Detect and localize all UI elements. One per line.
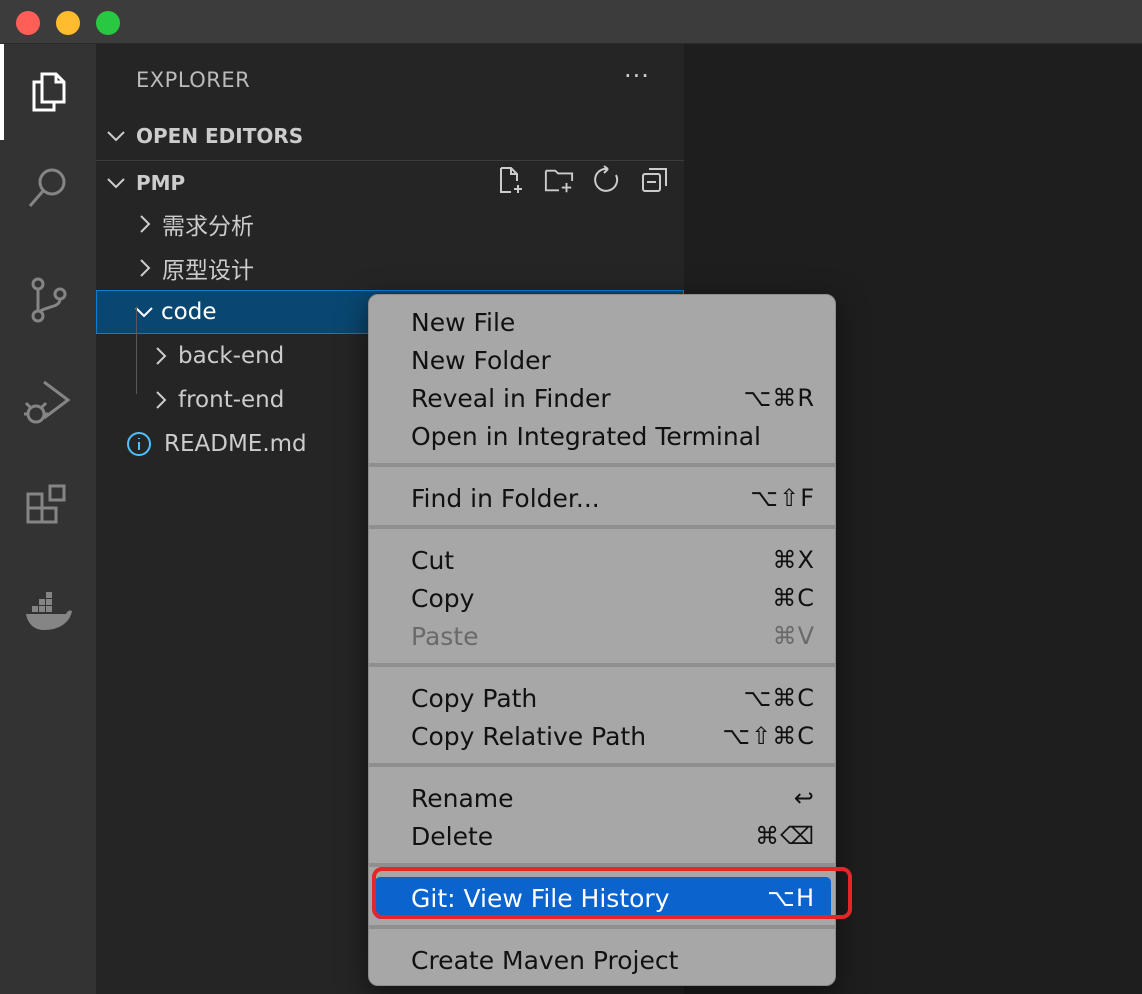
menu-item-delete[interactable]: Delete ⌘⌫ — [375, 817, 831, 855]
menu-item-label: Delete — [411, 821, 494, 851]
menu-separator — [369, 525, 835, 529]
tree-folder-requirements[interactable]: 需求分析 — [96, 202, 684, 246]
project-section[interactable]: PMP — [96, 160, 684, 204]
chevron-down-icon — [96, 129, 136, 143]
activity-bar — [0, 44, 96, 994]
chevron-right-icon — [148, 390, 174, 410]
menu-item-label: Create Maven Project — [411, 945, 679, 975]
open-editors-section[interactable]: OPEN EDITORS — [96, 114, 684, 158]
minimize-window-button[interactable] — [56, 11, 80, 35]
window-titlebar — [0, 0, 1142, 44]
open-editors-label: OPEN EDITORS — [136, 124, 304, 148]
chevron-down-icon — [131, 305, 157, 319]
refresh-icon[interactable] — [592, 165, 622, 195]
menu-item-shortcut: ⌘V — [772, 622, 815, 650]
menu-separator — [369, 763, 835, 767]
menu-item-label: Copy Relative Path — [411, 721, 647, 751]
docker-icon[interactable] — [0, 564, 96, 660]
menu-item-shortcut: ⌥⌘C — [743, 684, 815, 712]
tree-item-label: back-end — [178, 343, 285, 369]
menu-item-shortcut: ⌘X — [772, 546, 815, 574]
extensions-icon[interactable] — [0, 460, 96, 556]
menu-item-cut[interactable]: Cut ⌘X — [375, 541, 831, 579]
collapse-all-icon[interactable] — [640, 165, 670, 195]
menu-item-label: Copy — [411, 583, 475, 613]
menu-item-find-in-folder[interactable]: Find in Folder... ⌥⇧F — [375, 479, 831, 517]
menu-item-label: Cut — [411, 545, 455, 575]
menu-separator — [369, 925, 835, 929]
menu-separator — [369, 463, 835, 467]
menu-item-label: Copy Path — [411, 683, 538, 713]
menu-item-new-folder[interactable]: New Folder — [375, 341, 831, 379]
menu-item-label: New Folder — [411, 345, 551, 375]
chevron-down-icon — [96, 176, 136, 190]
sidebar-title: EXPLORER — [136, 68, 251, 92]
menu-item-label: New File — [411, 307, 516, 337]
menu-item-shortcut: ⌘C — [772, 584, 815, 612]
more-actions-button[interactable]: ··· — [624, 62, 650, 90]
menu-item-shortcut: ↩ — [793, 784, 815, 812]
maximize-window-button[interactable] — [96, 11, 120, 35]
menu-item-rename[interactable]: Rename ↩ — [375, 779, 831, 817]
chevron-right-icon — [148, 346, 174, 366]
menu-item-label: Rename — [411, 783, 514, 813]
menu-item-new-file[interactable]: New File — [375, 303, 831, 341]
chevron-right-icon — [132, 258, 158, 278]
explorer-actions — [496, 165, 670, 195]
menu-item-paste: Paste ⌘V — [375, 617, 831, 655]
project-label: PMP — [136, 170, 186, 195]
tree-item-label: 原型设计 — [162, 258, 254, 284]
menu-separator — [369, 663, 835, 667]
tree-item-label: code — [161, 299, 217, 325]
menu-item-create-maven-project[interactable]: Create Maven Project — [375, 941, 831, 979]
tree-item-label: 需求分析 — [162, 214, 254, 240]
menu-item-label: Paste — [411, 621, 479, 651]
menu-item-copy-path[interactable]: Copy Path ⌥⌘C — [375, 679, 831, 717]
source-control-icon[interactable] — [0, 252, 96, 348]
new-folder-icon[interactable] — [544, 165, 574, 195]
menu-item-shortcut: ⌥⇧⌘C — [722, 722, 815, 750]
menu-item-label: Reveal in Finder — [411, 383, 611, 413]
chevron-right-icon — [132, 214, 158, 234]
tree-folder-prototype[interactable]: 原型设计 — [96, 246, 684, 290]
menu-item-shortcut: ⌥⌘R — [743, 384, 815, 412]
tree-item-label: README.md — [164, 431, 307, 457]
menu-item-open-terminal[interactable]: Open in Integrated Terminal — [375, 417, 831, 455]
menu-item-copy-relative-path[interactable]: Copy Relative Path ⌥⇧⌘C — [375, 717, 831, 755]
menu-item-label: Find in Folder... — [411, 483, 600, 513]
search-icon[interactable] — [0, 140, 96, 236]
menu-item-reveal-in-finder[interactable]: Reveal in Finder ⌥⌘R — [375, 379, 831, 417]
files-icon[interactable] — [0, 44, 96, 140]
menu-item-shortcut: ⌘⌫ — [755, 822, 815, 850]
info-icon — [126, 431, 154, 457]
menu-item-shortcut: ⌥⇧F — [750, 484, 815, 512]
annotation-highlight-box — [372, 867, 852, 919]
tree-item-label: front-end — [178, 387, 285, 413]
menu-item-copy[interactable]: Copy ⌘C — [375, 579, 831, 617]
new-file-icon[interactable] — [496, 165, 526, 195]
menu-item-label: Open in Integrated Terminal — [411, 421, 761, 451]
run-debug-icon[interactable] — [0, 354, 96, 450]
close-window-button[interactable] — [16, 11, 40, 35]
